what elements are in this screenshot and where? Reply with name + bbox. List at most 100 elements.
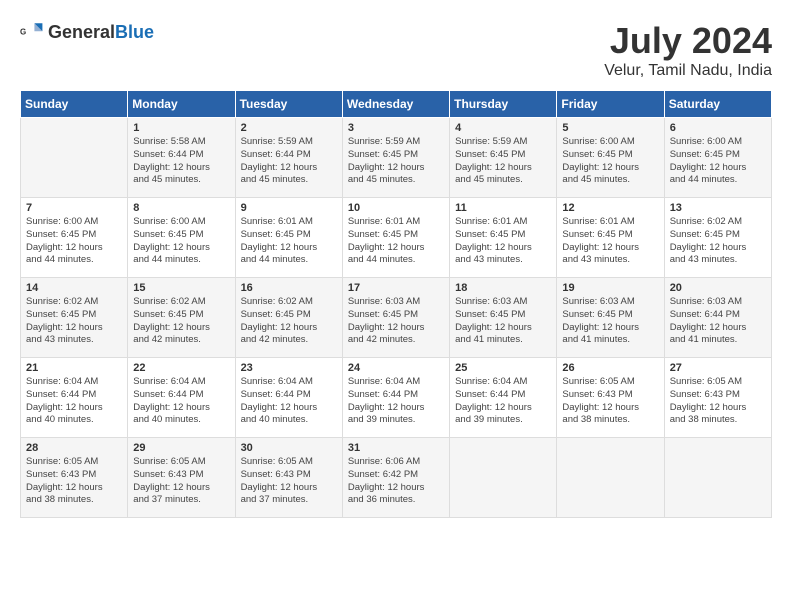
calendar-week-row: 21 Sunrise: 6:04 AM Sunset: 6:44 PM Dayli… [21, 358, 772, 438]
day-info: Sunrise: 6:01 AM Sunset: 6:45 PM Dayligh… [455, 216, 551, 267]
day-number: 25 [455, 362, 551, 374]
calendar-cell: 20Sunrise: 6:03 AM Sunset: 6:44 PM Dayli… [664, 278, 771, 358]
column-header-saturday: Saturday [664, 91, 771, 118]
day-number: 23 [241, 362, 337, 374]
calendar-cell: 10 Sunrise: 6:01 AM Sunset: 6:45 PM Dayli… [342, 198, 449, 278]
day-number: 6 [670, 122, 766, 134]
day-info: Sunrise: 6:02 AM Sunset: 6:45 PM Dayligh… [133, 296, 229, 347]
day-info: Sunrise: 6:00 AM Sunset: 6:45 PM Dayligh… [562, 136, 658, 187]
day-number: 4 [455, 122, 551, 134]
calendar-header-row: SundayMondayTuesdayWednesdayThursdayFrid… [21, 91, 772, 118]
calendar-cell: 9Sunrise: 6:01 AM Sunset: 6:45 PM Daylig… [235, 198, 342, 278]
day-info: Sunrise: 6:00 AM Sunset: 6:45 PM Dayligh… [670, 136, 766, 187]
calendar-cell [664, 438, 771, 518]
calendar-cell: 26Sunrise: 6:05 AM Sunset: 6:43 PM Dayli… [557, 358, 664, 438]
day-number: 10 [348, 202, 444, 214]
calendar-cell: 13 Sunrise: 6:02 AM Sunset: 6:45 PM Dayli… [664, 198, 771, 278]
day-info: Sunrise: 6:04 AM Sunset: 6:44 PM Dayligh… [133, 376, 229, 427]
day-number: 14 [26, 282, 122, 294]
calendar-week-row: 28 Sunrise: 6:05 AM Sunset: 6:43 PM Dayli… [21, 438, 772, 518]
column-header-friday: Friday [557, 91, 664, 118]
day-info: Sunrise: 6:00 AM Sunset: 6:45 PM Dayligh… [133, 216, 229, 267]
day-info: Sunrise: 6:05 AM Sunset: 6:43 PM Dayligh… [26, 456, 122, 507]
day-number: 29 [133, 442, 229, 454]
day-info: Sunrise: 6:05 AM Sunset: 6:43 PM Dayligh… [241, 456, 337, 507]
day-number: 8 [133, 202, 229, 214]
day-info: Sunrise: 6:04 AM Sunset: 6:44 PM Dayligh… [348, 376, 444, 427]
calendar-cell: 16Sunrise: 6:02 AM Sunset: 6:45 PM Dayli… [235, 278, 342, 358]
calendar-cell: 24 Sunrise: 6:04 AM Sunset: 6:44 PM Dayli… [342, 358, 449, 438]
day-number: 30 [241, 442, 337, 454]
day-number: 13 [670, 202, 766, 214]
calendar-table: SundayMondayTuesdayWednesdayThursdayFrid… [20, 90, 772, 518]
column-header-thursday: Thursday [450, 91, 557, 118]
day-info: Sunrise: 6:06 AM Sunset: 6:42 PM Dayligh… [348, 456, 444, 507]
day-number: 27 [670, 362, 766, 374]
calendar-cell: 3 Sunrise: 5:59 AM Sunset: 6:45 PM Daylig… [342, 118, 449, 198]
column-header-sunday: Sunday [21, 91, 128, 118]
calendar-week-row: 7Sunrise: 6:00 AM Sunset: 6:45 PM Daylig… [21, 198, 772, 278]
day-info: Sunrise: 6:01 AM Sunset: 6:45 PM Dayligh… [348, 216, 444, 267]
day-number: 21 [26, 362, 122, 374]
day-number: 18 [455, 282, 551, 294]
column-header-monday: Monday [128, 91, 235, 118]
day-info: Sunrise: 6:05 AM Sunset: 6:43 PM Dayligh… [670, 376, 766, 427]
day-number: 3 [348, 122, 444, 134]
calendar-cell: 7Sunrise: 6:00 AM Sunset: 6:45 PM Daylig… [21, 198, 128, 278]
calendar-cell: 23 Sunrise: 6:04 AM Sunset: 6:44 PM Dayli… [235, 358, 342, 438]
day-number: 17 [348, 282, 444, 294]
day-number: 26 [562, 362, 658, 374]
day-info: Sunrise: 6:05 AM Sunset: 6:43 PM Dayligh… [133, 456, 229, 507]
calendar-cell: 5 Sunrise: 6:00 AM Sunset: 6:45 PM Daylig… [557, 118, 664, 198]
calendar-cell: 11 Sunrise: 6:01 AM Sunset: 6:45 PM Dayli… [450, 198, 557, 278]
column-header-tuesday: Tuesday [235, 91, 342, 118]
day-info: Sunrise: 5:59 AM Sunset: 6:45 PM Dayligh… [455, 136, 551, 187]
day-number: 11 [455, 202, 551, 214]
day-info: Sunrise: 5:59 AM Sunset: 6:45 PM Dayligh… [348, 136, 444, 187]
calendar-cell: 12 Sunrise: 6:01 AM Sunset: 6:45 PM Dayli… [557, 198, 664, 278]
day-number: 24 [348, 362, 444, 374]
day-info: Sunrise: 5:59 AM Sunset: 6:44 PM Dayligh… [241, 136, 337, 187]
month-title: July 2024 [604, 20, 772, 62]
day-number: 15 [133, 282, 229, 294]
day-info: Sunrise: 6:01 AM Sunset: 6:45 PM Dayligh… [562, 216, 658, 267]
svg-text:G: G [20, 27, 26, 36]
day-info: Sunrise: 5:58 AM Sunset: 6:44 PM Dayligh… [133, 136, 229, 187]
column-header-wednesday: Wednesday [342, 91, 449, 118]
calendar-cell: 1 Sunrise: 5:58 AM Sunset: 6:44 PM Daylig… [128, 118, 235, 198]
day-number: 12 [562, 202, 658, 214]
calendar-cell: 29 Sunrise: 6:05 AM Sunset: 6:43 PM Dayli… [128, 438, 235, 518]
logo-blue: Blue [115, 22, 154, 42]
day-info: Sunrise: 6:02 AM Sunset: 6:45 PM Dayligh… [241, 296, 337, 347]
day-number: 22 [133, 362, 229, 374]
day-number: 1 [133, 122, 229, 134]
day-info: Sunrise: 6:03 AM Sunset: 6:45 PM Dayligh… [348, 296, 444, 347]
calendar-cell [450, 438, 557, 518]
calendar-cell: 6 Sunrise: 6:00 AM Sunset: 6:45 PM Daylig… [664, 118, 771, 198]
calendar-cell: 27 Sunrise: 6:05 AM Sunset: 6:43 PM Dayli… [664, 358, 771, 438]
title-block: July 2024 Velur, Tamil Nadu, India [604, 20, 772, 80]
calendar-cell: 22 Sunrise: 6:04 AM Sunset: 6:44 PM Dayli… [128, 358, 235, 438]
day-number: 2 [241, 122, 337, 134]
day-info: Sunrise: 6:02 AM Sunset: 6:45 PM Dayligh… [670, 216, 766, 267]
calendar-cell: 14 Sunrise: 6:02 AM Sunset: 6:45 PM Dayli… [21, 278, 128, 358]
calendar-cell: 19Sunrise: 6:03 AM Sunset: 6:45 PM Dayli… [557, 278, 664, 358]
day-number: 28 [26, 442, 122, 454]
calendar-cell: 30 Sunrise: 6:05 AM Sunset: 6:43 PM Dayli… [235, 438, 342, 518]
logo-general: General [48, 22, 115, 42]
day-number: 19 [562, 282, 658, 294]
calendar-cell: 25Sunrise: 6:04 AM Sunset: 6:44 PM Dayli… [450, 358, 557, 438]
location: Velur, Tamil Nadu, India [604, 62, 772, 80]
day-info: Sunrise: 6:04 AM Sunset: 6:44 PM Dayligh… [241, 376, 337, 427]
day-number: 20 [670, 282, 766, 294]
calendar-cell: 17 Sunrise: 6:03 AM Sunset: 6:45 PM Dayli… [342, 278, 449, 358]
calendar-cell: 28 Sunrise: 6:05 AM Sunset: 6:43 PM Dayli… [21, 438, 128, 518]
calendar-cell: 18 Sunrise: 6:03 AM Sunset: 6:45 PM Dayli… [450, 278, 557, 358]
day-number: 5 [562, 122, 658, 134]
day-info: Sunrise: 6:03 AM Sunset: 6:45 PM Dayligh… [455, 296, 551, 347]
calendar-cell: 21Sunrise: 6:04 AM Sunset: 6:44 PM Dayli… [21, 358, 128, 438]
calendar-body: 1 Sunrise: 5:58 AM Sunset: 6:44 PM Daylig… [21, 118, 772, 518]
calendar-cell: 15 Sunrise: 6:02 AM Sunset: 6:45 PM Dayli… [128, 278, 235, 358]
day-info: Sunrise: 6:02 AM Sunset: 6:45 PM Dayligh… [26, 296, 122, 347]
calendar-cell: 2 Sunrise: 5:59 AM Sunset: 6:44 PM Daylig… [235, 118, 342, 198]
